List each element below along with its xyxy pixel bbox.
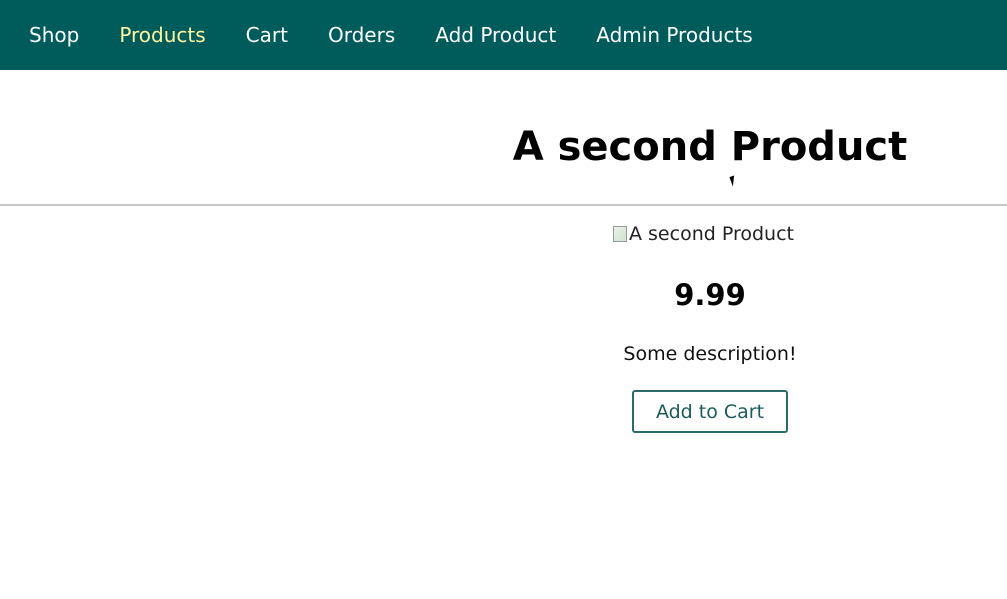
title-divider xyxy=(0,204,1007,206)
product-price: 9.99 xyxy=(674,278,746,312)
nav-item-cart[interactable]: Cart xyxy=(246,23,288,47)
nav-item-orders[interactable]: Orders xyxy=(328,23,395,47)
add-to-cart-button[interactable]: Add to Cart xyxy=(632,390,788,433)
nav-item-shop[interactable]: Shop xyxy=(29,23,79,47)
nav-item-add-product[interactable]: Add Product xyxy=(435,23,556,47)
mouse-cursor-icon xyxy=(729,175,738,187)
nav-item-products[interactable]: Products xyxy=(119,23,205,47)
main-nav: Shop Products Cart Orders Add Product Ad… xyxy=(29,0,793,70)
product-image: A second Product xyxy=(613,222,794,246)
product-description: Some description! xyxy=(623,343,797,365)
product-image-alt-text: A second Product xyxy=(629,223,794,245)
product-title: A second Product xyxy=(512,124,908,170)
broken-image-icon xyxy=(613,226,627,242)
nav-item-admin-products[interactable]: Admin Products xyxy=(596,23,752,47)
main-header: Shop Products Cart Orders Add Product Ad… xyxy=(0,0,1007,70)
